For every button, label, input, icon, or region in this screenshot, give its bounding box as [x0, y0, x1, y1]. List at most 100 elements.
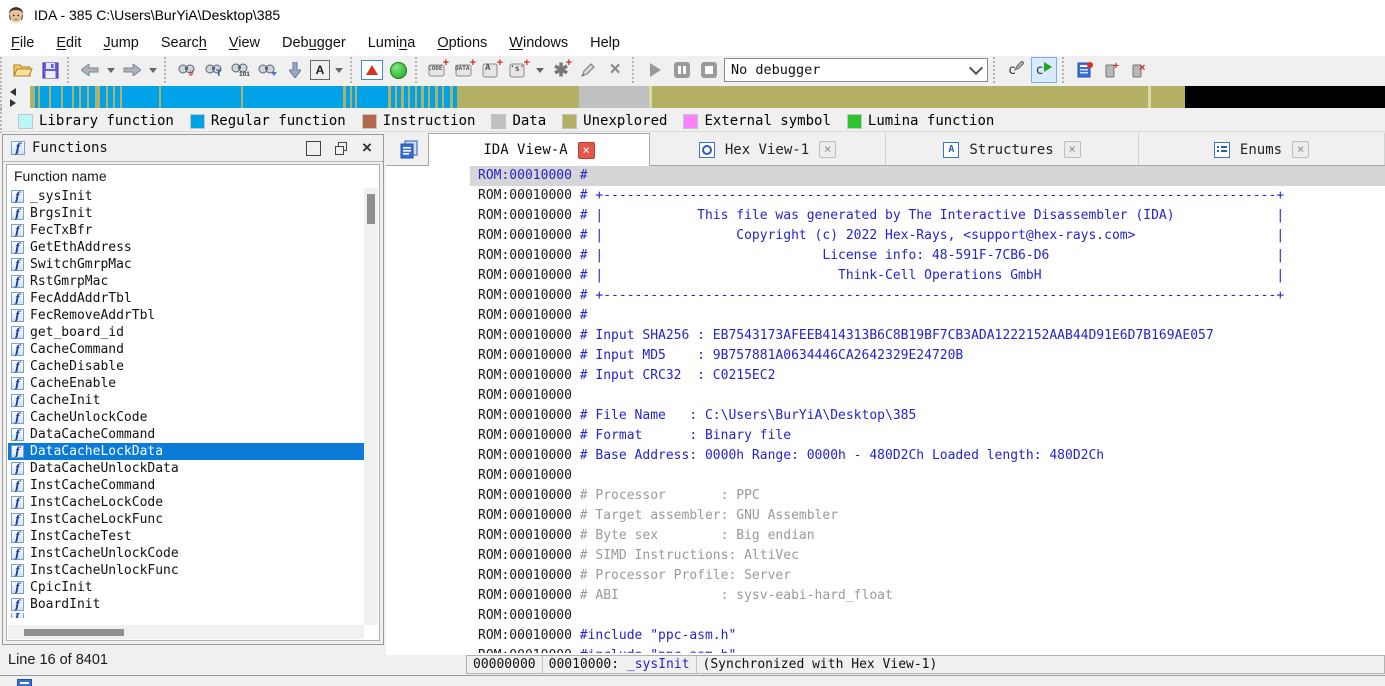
- disasm-line[interactable]: ROM:00010000 #: [470, 306, 1385, 326]
- add-segment-button[interactable]: +: [1100, 58, 1124, 82]
- disasm-line[interactable]: ROM:00010000 # SIMD Instructions: AltiVe…: [470, 546, 1385, 566]
- function-item[interactable]: fget_board_id: [8, 324, 364, 341]
- delete-segment-button[interactable]: ×: [1127, 58, 1151, 82]
- menu-help[interactable]: Help: [579, 33, 631, 53]
- attach-script-button[interactable]: c: [1004, 58, 1028, 82]
- menu-jump[interactable]: Jump: [92, 33, 149, 53]
- tab-enums[interactable]: Enums×: [1139, 133, 1385, 166]
- tab-close-icon[interactable]: ×: [578, 142, 595, 159]
- function-item[interactable]: fCacheDisable: [8, 358, 364, 375]
- function-item[interactable]: fInstCacheCommand: [8, 477, 364, 494]
- function-item[interactable]: fDataCacheUnlockData: [8, 460, 364, 477]
- create-function-button[interactable]: ✱+: [549, 58, 573, 82]
- function-item-partial[interactable]: f: [8, 613, 364, 618]
- save-button[interactable]: [38, 58, 62, 82]
- disasm-line[interactable]: ROM:00010000 # Format : Binary file: [470, 426, 1385, 446]
- disasm-line[interactable]: ROM:00010000 # | License info: 48-591F-7…: [470, 246, 1385, 266]
- function-item[interactable]: fCacheCommand: [8, 341, 364, 358]
- function-item[interactable]: fFecTxBfr: [8, 222, 364, 239]
- disasm-line[interactable]: ROM:00010000 # +------------------------…: [470, 186, 1385, 206]
- open-file-button[interactable]: [11, 58, 35, 82]
- float-window-icon[interactable]: [335, 142, 348, 155]
- function-item[interactable]: fCpicInit: [8, 579, 364, 596]
- tab-close-icon[interactable]: ×: [1292, 141, 1309, 158]
- function-item[interactable]: fBoardInit: [8, 596, 364, 613]
- disasm-line[interactable]: ROM:00010000 # | Copyright (c) 2022 Hex-…: [470, 226, 1385, 246]
- menu-windows[interactable]: Windows: [498, 33, 579, 53]
- disasm-line[interactable]: ROM:00010000 # | Think-Cell Operations G…: [470, 266, 1385, 286]
- navband-scroll-right-button[interactable]: [10, 99, 16, 107]
- debug-start-button[interactable]: [643, 58, 667, 82]
- function-item[interactable]: fFecAddAddrTbl: [8, 290, 364, 307]
- jump-address-button[interactable]: [283, 58, 307, 82]
- nav-forward-dropdown[interactable]: [149, 68, 157, 73]
- function-item[interactable]: fGetEthAddress: [8, 239, 364, 256]
- search-immediate-button[interactable]: #: [175, 58, 199, 82]
- make-code-button[interactable]: CODE+: [426, 58, 450, 82]
- navband-toggle-button[interactable]: [386, 58, 410, 82]
- function-item[interactable]: fCacheEnable: [8, 375, 364, 392]
- vertical-scrollbar[interactable]: [364, 188, 378, 625]
- disasm-line[interactable]: ROM:00010000 # File Name : C:\Users\BurY…: [470, 406, 1385, 426]
- debug-pause-button[interactable]: [670, 58, 694, 82]
- menu-file[interactable]: File: [0, 33, 45, 53]
- function-item[interactable]: f_sysInit: [8, 188, 364, 205]
- menu-options[interactable]: Options: [426, 33, 498, 53]
- disasm-line[interactable]: ROM:00010000 #include "ppc-asm.h": [470, 626, 1385, 646]
- function-item[interactable]: fInstCacheLockFunc: [8, 511, 364, 528]
- nav-forward-button[interactable]: [120, 58, 144, 82]
- problems-button[interactable]: [361, 60, 383, 80]
- disasm-line[interactable]: ROM:00010000 # Input SHA256 : EB7543173A…: [470, 326, 1385, 346]
- close-icon[interactable]: ×: [362, 142, 375, 155]
- nav-back-button[interactable]: [78, 58, 102, 82]
- function-item[interactable]: fDataCacheLockData: [8, 443, 364, 460]
- function-item[interactable]: fInstCacheUnlockFunc: [8, 562, 364, 579]
- debug-stop-button[interactable]: [697, 58, 721, 82]
- run-script-button[interactable]: c: [1031, 57, 1057, 83]
- tab-close-icon[interactable]: ×: [819, 141, 836, 158]
- disasm-line[interactable]: ROM:00010000 # Input MD5 : 9B757881A0634…: [470, 346, 1385, 366]
- function-item[interactable]: fInstCacheTest: [8, 528, 364, 545]
- function-item[interactable]: fBrgsInit: [8, 205, 364, 222]
- disasm-line[interactable]: ROM:00010000 # Input CRC32 : C0215EC2: [470, 366, 1385, 386]
- string-style-dropdown[interactable]: [335, 68, 343, 73]
- navband-scroll-left-button[interactable]: [10, 88, 16, 96]
- navigator-band[interactable]: [30, 86, 1385, 108]
- search-text-button[interactable]: T: [202, 58, 226, 82]
- maximize-icon[interactable]: [306, 141, 321, 156]
- disasm-line[interactable]: ROM:00010000 # | This file was generated…: [470, 206, 1385, 226]
- function-item[interactable]: fSwitchGmrpMac: [8, 256, 364, 273]
- disasm-line[interactable]: ROM:00010000 # Base Address: 0000h Range…: [470, 446, 1385, 466]
- function-item[interactable]: fFecRemoveAddrTbl: [8, 307, 364, 324]
- menu-edit[interactable]: Edit: [45, 33, 92, 53]
- function-item[interactable]: fRstGmrpMac: [8, 273, 364, 290]
- disasm-line[interactable]: ROM:00010000: [470, 386, 1385, 406]
- nav-back-dropdown[interactable]: [107, 68, 115, 73]
- function-item[interactable]: fCacheInit: [8, 392, 364, 409]
- search-sequence-button[interactable]: 101: [229, 58, 253, 82]
- edit-function-button[interactable]: [576, 58, 600, 82]
- menu-view[interactable]: View: [218, 33, 271, 53]
- delete-function-button[interactable]: ×: [603, 58, 627, 82]
- make-string-button[interactable]: 's'+: [507, 58, 531, 82]
- search-next-button[interactable]: [256, 58, 280, 82]
- function-item[interactable]: fDataCacheCommand: [8, 426, 364, 443]
- ida-view-content[interactable]: ROM:00010000 #ROM:00010000 # +----------…: [386, 166, 1385, 655]
- make-ascii-button[interactable]: A+: [480, 58, 504, 82]
- menu-debugger[interactable]: Debugger: [271, 33, 357, 53]
- menu-search[interactable]: Search: [150, 33, 218, 53]
- disasm-line[interactable]: ROM:00010000 # +------------------------…: [470, 286, 1385, 306]
- disasm-line[interactable]: ROM:00010000 # Target assembler: GNU Ass…: [470, 506, 1385, 526]
- disasm-line[interactable]: ROM:00010000 #include "ppc-asm.h": [470, 646, 1385, 653]
- tab-ida-view-a[interactable]: IDA View-A×: [428, 133, 650, 166]
- function-item[interactable]: fCacheUnlockCode: [8, 409, 364, 426]
- disasm-line[interactable]: ROM:00010000: [470, 606, 1385, 626]
- function-item[interactable]: fInstCacheUnlockCode: [8, 545, 364, 562]
- tab-close-icon[interactable]: ×: [1064, 141, 1081, 158]
- tab-hex-view-1[interactable]: Hex View-1×: [650, 133, 886, 166]
- menu-lumina[interactable]: Lumina: [357, 33, 427, 53]
- windows-list-button[interactable]: [1073, 58, 1097, 82]
- ascii-string-button[interactable]: A: [310, 60, 330, 80]
- make-dropdown[interactable]: [536, 68, 544, 73]
- functions-column-header[interactable]: Function name: [7, 165, 379, 187]
